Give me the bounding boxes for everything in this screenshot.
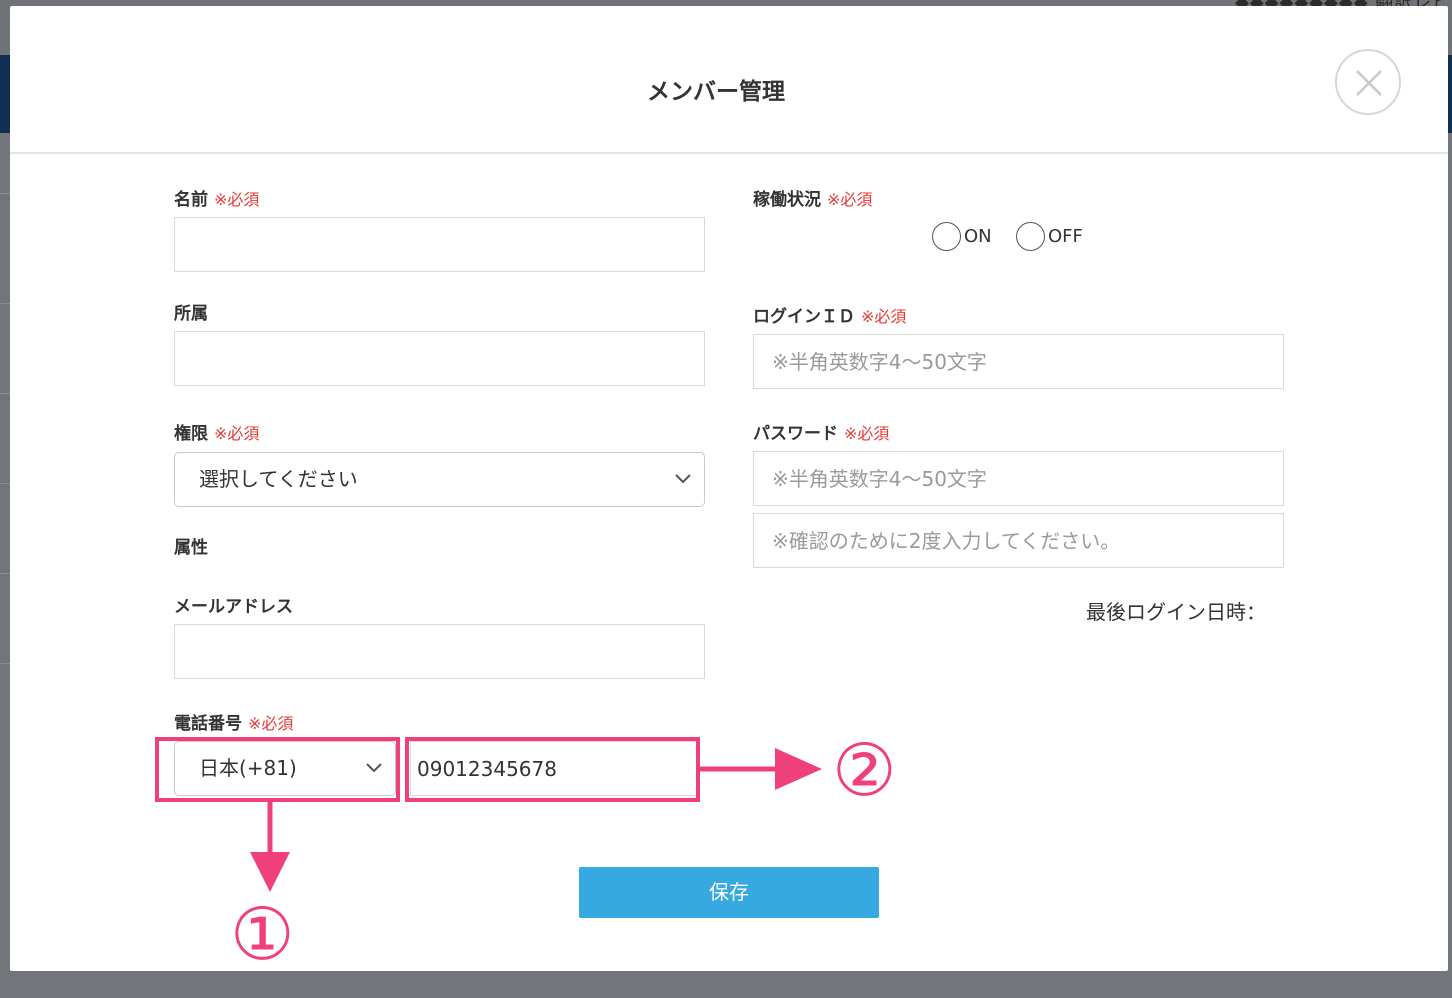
annotation-marker-2: ②: [832, 728, 897, 812]
annotation-arrows: [250, 748, 822, 892]
arrow-head-1: [250, 852, 290, 892]
annotation-marker-1: ①: [230, 892, 295, 976]
arrow-head-2: [775, 748, 822, 790]
